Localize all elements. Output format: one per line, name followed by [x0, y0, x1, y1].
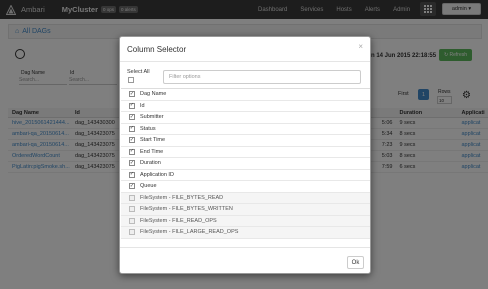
modal-header: Column Selector ×: [120, 37, 370, 62]
modal-footer: Ok: [120, 247, 370, 273]
checkbox-checked-icon[interactable]: ✓: [129, 91, 135, 98]
column-option[interactable]: ✓ Application ID: [121, 169, 370, 181]
select-all-checkbox[interactable]: [128, 77, 134, 83]
filter-options-input[interactable]: Filter options: [163, 70, 361, 84]
column-option[interactable]: ✓ Submitter: [121, 112, 370, 124]
checkbox-checked-icon[interactable]: ✓: [129, 125, 135, 132]
checkbox-checked-icon[interactable]: ✓: [129, 137, 135, 144]
column-option[interactable]: ✓ Duration: [121, 158, 370, 170]
ok-button[interactable]: Ok: [347, 256, 364, 269]
column-option[interactable]: FileSystem - FILE_READ_OPS: [121, 215, 370, 227]
column-option[interactable]: ✓ Status: [121, 123, 370, 135]
column-list[interactable]: ✓ Dag Name ✓ Id ✓ Submitter ✓ Status ✓ Start …: [121, 88, 370, 247]
column-selector-modal: Column Selector × Select All Filter opti…: [119, 36, 371, 274]
checkbox-unchecked-icon[interactable]: [129, 206, 135, 213]
column-option[interactable]: ✓ End Time: [121, 146, 370, 158]
column-option[interactable]: ✓ Queue: [121, 181, 370, 193]
checkbox-checked-icon[interactable]: ✓: [129, 183, 135, 190]
checkbox-checked-icon[interactable]: ✓: [129, 171, 135, 178]
checkbox-checked-icon[interactable]: ✓: [129, 148, 135, 155]
checkbox-unchecked-icon[interactable]: [129, 229, 135, 236]
column-option[interactable]: ✓ Dag Name: [121, 89, 370, 101]
column-option[interactable]: ✓ Start Time: [121, 135, 370, 147]
checkbox-checked-icon[interactable]: ✓: [129, 160, 135, 167]
column-option[interactable]: FileSystem - FILE_LARGE_READ_OPS: [121, 227, 370, 239]
checkbox-checked-icon[interactable]: ✓: [129, 102, 135, 109]
checkbox-unchecked-icon[interactable]: [129, 194, 135, 201]
column-option[interactable]: FileSystem - FILE_BYTES_READ: [121, 192, 370, 204]
modal-title: Column Selector: [127, 45, 187, 54]
select-all-label: Select All: [127, 69, 150, 75]
column-option[interactable]: ✓ Id: [121, 100, 370, 112]
close-icon[interactable]: ×: [358, 42, 363, 51]
checkbox-checked-icon[interactable]: ✓: [129, 114, 135, 121]
checkbox-unchecked-icon[interactable]: [129, 217, 135, 224]
column-option[interactable]: FileSystem - FILE_BYTES_WRITTEN: [121, 204, 370, 216]
